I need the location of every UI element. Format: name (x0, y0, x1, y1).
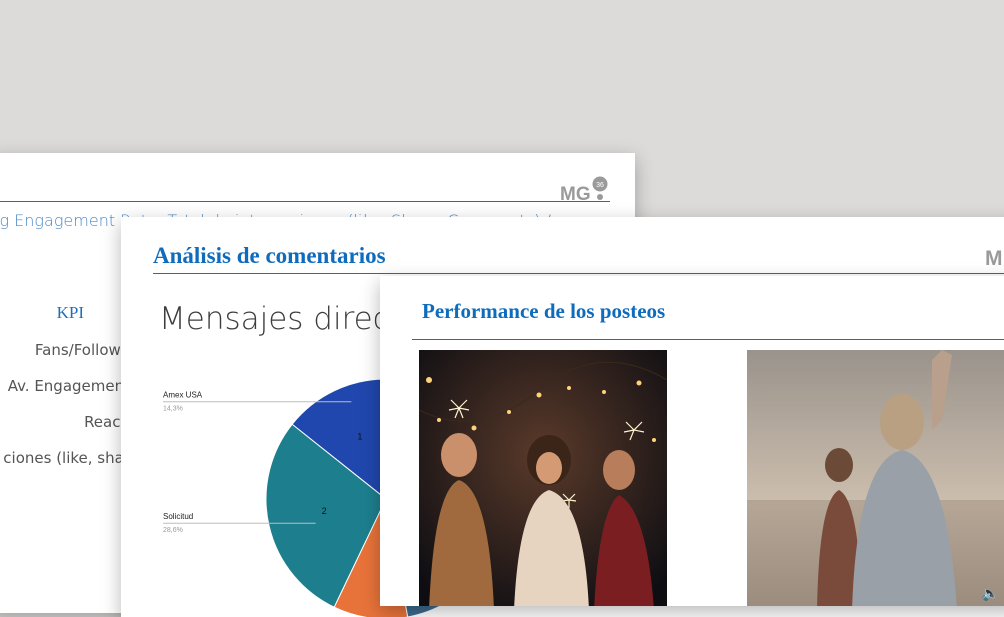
beach-photo: 🔈 (747, 350, 1004, 606)
kpi-row: ciones (like, shar (3, 449, 130, 467)
party-photo (419, 350, 667, 606)
title-rule (412, 339, 1004, 340)
slide-post-performance: Performance de los posteos 🔈 (380, 276, 1004, 606)
slide-title: Análisis de comentarios (153, 243, 386, 268)
kpi-row: Reach (84, 413, 130, 431)
mg-logo: M (985, 241, 1004, 276)
kpi-header: KPI (56, 303, 84, 322)
pie-slice-number: 2 (322, 506, 327, 516)
mg-logo: MG 36 (560, 173, 610, 212)
kpi-table: KPI Fans/Followe Av. Engagement Reach ci… (0, 303, 140, 485)
slide-title: Performance de los posteos (422, 299, 666, 323)
logo-badge: 36 (596, 182, 604, 189)
pie-slice-percent: 14,3% (163, 406, 183, 413)
title-rule (153, 273, 1004, 274)
pie-slice-percent: 28,6% (163, 527, 183, 534)
kpi-row: Av. Engagement (7, 377, 130, 395)
title-rule (0, 201, 610, 202)
pie-slice-number: 1 (357, 432, 362, 442)
volume-icon[interactable]: 🔈 (982, 585, 999, 602)
logo-text: M (985, 247, 1003, 270)
chart-subtitle: Mensajes direct (159, 301, 402, 337)
pie-slice-label: Solicitud (163, 512, 193, 521)
kpi-row: Fans/Followe (34, 341, 130, 359)
pie-slice-label: Amex USA (163, 391, 203, 400)
